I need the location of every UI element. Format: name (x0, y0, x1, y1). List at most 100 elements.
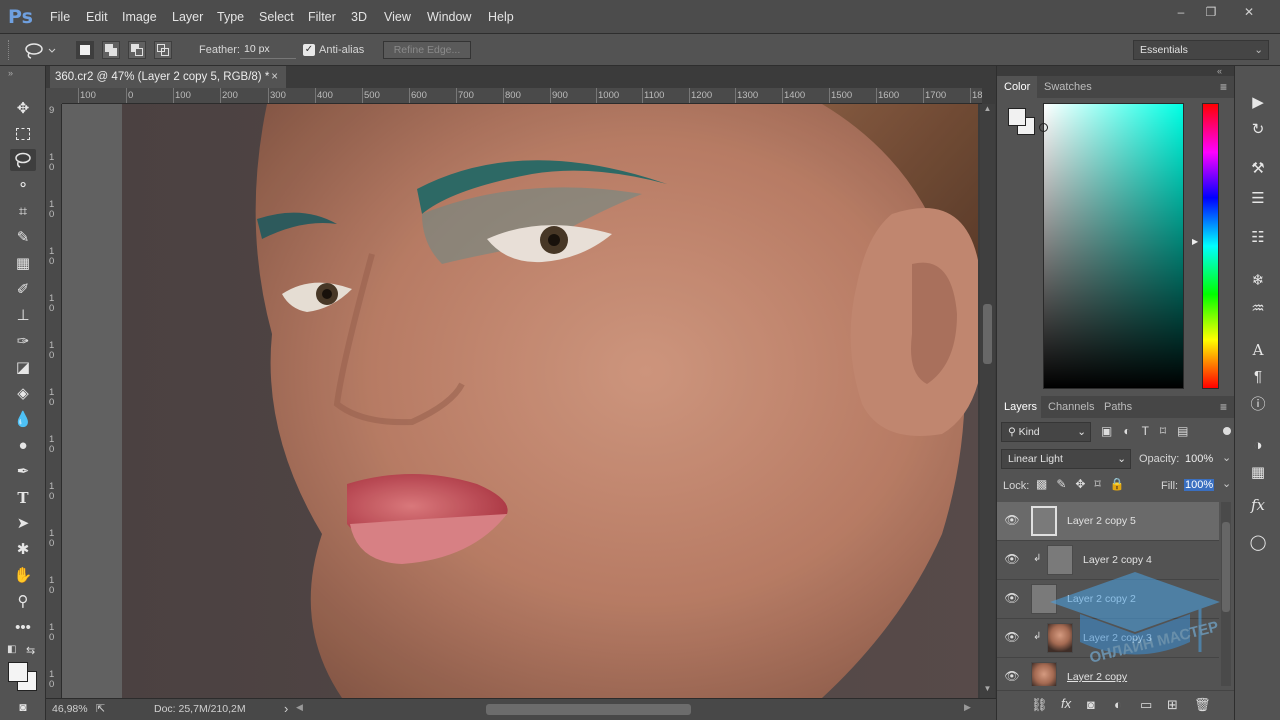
blur-tool-icon[interactable]: 💧 (10, 409, 36, 431)
intersect-selection-icon[interactable] (154, 41, 172, 59)
scroll-up-icon[interactable]: ▲ (983, 104, 992, 118)
canvas-area[interactable] (62, 104, 978, 698)
menu-image[interactable]: Image (117, 0, 162, 34)
status-menu-arrow[interactable]: › (284, 701, 288, 716)
layer-row[interactable]: 👁 Layer 2 copy 2 (997, 580, 1219, 619)
panel-foreground-swatch[interactable] (1008, 108, 1026, 126)
chevron-down-icon[interactable]: ⌄ (1222, 477, 1231, 490)
close-tab-icon[interactable]: × (271, 66, 278, 88)
brushes-icon[interactable]: ♒ (1247, 298, 1269, 320)
visibility-eye-icon[interactable]: 👁 (1001, 513, 1023, 527)
minimize-button[interactable]: ‒ (1166, 2, 1196, 22)
link-layers-icon[interactable]: ⛓ (1031, 697, 1048, 713)
history-brush-tool-icon[interactable]: ✑ (10, 331, 36, 353)
menu-view[interactable]: View (379, 0, 416, 34)
scroll-down-icon[interactable]: ▼ (983, 684, 992, 698)
visibility-eye-icon[interactable]: 👁 (1001, 669, 1023, 683)
path-selection-tool-icon[interactable]: ➤ (10, 513, 36, 535)
paint-bucket-tool-icon[interactable]: ◈ (10, 383, 36, 405)
menu-type[interactable]: Type (212, 0, 249, 34)
healing-brush-tool-icon[interactable]: ▦ (10, 253, 36, 275)
fx-icon[interactable]: fx (1061, 696, 1071, 711)
layer-thumbnail[interactable] (1047, 545, 1073, 575)
brush-tool-icon[interactable]: ✐ (10, 279, 36, 301)
layer-thumbnail[interactable] (1047, 623, 1073, 653)
feather-input[interactable]: 10 px (240, 41, 296, 59)
layer-row[interactable]: 👁 ↲ Layer 2 copy 4 (997, 541, 1219, 580)
layer-filter-icons[interactable]: ▣◐T⌑▤ (1101, 424, 1199, 438)
clone-stamp-tool-icon[interactable]: ⊥ (10, 305, 36, 327)
info-icon[interactable]: ⓘ (1247, 394, 1269, 416)
tab-color[interactable]: Color (997, 76, 1038, 98)
menu-3d[interactable]: 3D (346, 0, 372, 34)
layer-row[interactable]: 👁 Layer 2 copy 5 (997, 502, 1219, 541)
antialias-checkbox[interactable]: ✓ (303, 44, 315, 56)
chevron-down-icon[interactable]: ⌄ (1222, 451, 1231, 464)
hand-tool-icon[interactable]: ✋ (10, 565, 36, 587)
brush-settings-icon[interactable]: ❄ (1247, 270, 1269, 292)
layer-thumbnail[interactable] (1031, 662, 1057, 686)
collapse-icon[interactable]: » (8, 68, 13, 78)
refine-edge-button[interactable]: Refine Edge... (383, 41, 471, 59)
hue-slider[interactable] (1202, 103, 1219, 389)
scroll-right-icon[interactable]: ▶ (964, 702, 971, 713)
quick-selection-tool-icon[interactable]: ⚬ (10, 175, 36, 197)
layer-row[interactable]: 👁 Layer 2 copy (997, 658, 1219, 686)
foreground-color-swatch[interactable] (8, 662, 28, 682)
adjustment-layer-icon[interactable]: ◐ (1114, 697, 1122, 712)
lasso-preset-icon[interactable] (22, 40, 56, 60)
add-mask-icon[interactable]: ◙ (1087, 697, 1095, 712)
ruler-origin[interactable] (46, 88, 62, 104)
layer-filter-dropdown[interactable]: ⚲ Kind ⌄ (1001, 422, 1091, 442)
character-icon[interactable]: A (1247, 339, 1269, 361)
history-icon[interactable]: ↻ (1247, 119, 1269, 141)
opacity-value[interactable]: 100% (1185, 453, 1213, 465)
menu-window[interactable]: Window (422, 0, 476, 34)
restore-button[interactable]: ❐ (1196, 2, 1226, 22)
move-tool-icon[interactable]: ✥ (10, 98, 36, 120)
layer-name[interactable]: Layer 2 copy 4 (1083, 554, 1152, 566)
filter-toggle-icon[interactable] (1223, 427, 1231, 435)
lock-icons[interactable]: ▩✎✥⌑🔒 (1036, 477, 1134, 491)
layer-row[interactable]: 👁 ↲ Layer 2 copy 3 (997, 619, 1219, 658)
default-colors-icon[interactable]: ◧ (7, 644, 16, 655)
tab-paths[interactable]: Paths (1097, 396, 1140, 418)
visibility-eye-icon[interactable]: 👁 (1001, 591, 1023, 605)
new-layer-icon[interactable]: ⊞ (1167, 697, 1178, 713)
layers-scrollbar[interactable] (1221, 502, 1231, 686)
menu-edit[interactable]: Edit (81, 0, 113, 34)
tab-swatches[interactable]: Swatches (1037, 76, 1099, 98)
panel-menu-icon[interactable]: ≡ (1220, 80, 1227, 94)
color-picker-ring[interactable] (1039, 123, 1048, 132)
zoom-tool-icon[interactable]: ⚲ (10, 591, 36, 613)
horizontal-ruler[interactable]: 100 0 100 200 300 400 500 600 700 800 900 1000 1100 1… (62, 88, 982, 104)
share-icon[interactable]: ⇱ (96, 702, 105, 715)
libraries-icon[interactable]: ▦ (1247, 462, 1269, 484)
marquee-tool-icon[interactable] (10, 123, 36, 145)
menu-help[interactable]: Help (483, 0, 519, 34)
photo-canvas[interactable] (122, 104, 978, 698)
more-tools-icon[interactable]: ••• (10, 617, 36, 639)
shape-tool-icon[interactable]: ✱ (10, 539, 36, 561)
layer-name[interactable]: Layer 2 copy 3 (1083, 632, 1152, 644)
type-tool-icon[interactable]: T (10, 487, 36, 509)
layer-name[interactable]: Layer 2 copy 2 (1067, 593, 1136, 605)
layer-thumbnail[interactable] (1031, 506, 1057, 536)
fx-panel-icon[interactable]: fx (1247, 494, 1269, 516)
layer-thumbnail[interactable] (1031, 584, 1057, 614)
tab-channels[interactable]: Channels (1041, 396, 1102, 418)
layer-name[interactable]: Layer 2 copy 5 (1067, 515, 1136, 527)
dodge-tool-icon[interactable]: ● (10, 435, 36, 457)
layers-scroll-thumb[interactable] (1222, 522, 1230, 612)
vertical-scroll-thumb[interactable] (983, 304, 992, 364)
zoom-level[interactable]: 46,98% (52, 703, 88, 715)
color-field[interactable] (1043, 103, 1184, 389)
visibility-eye-icon[interactable]: 👁 (1001, 630, 1023, 644)
new-group-icon[interactable]: ▭ (1140, 697, 1152, 713)
horizontal-scroll-thumb[interactable] (486, 704, 691, 715)
styles-icon[interactable]: ◑ (1247, 435, 1269, 457)
play-action-icon[interactable]: ▶ (1247, 92, 1269, 114)
lasso-tool-icon[interactable] (10, 149, 36, 171)
workspace-dropdown[interactable]: Essentials ⌄ (1133, 40, 1269, 60)
close-window-button[interactable]: ✕ (1234, 2, 1264, 22)
